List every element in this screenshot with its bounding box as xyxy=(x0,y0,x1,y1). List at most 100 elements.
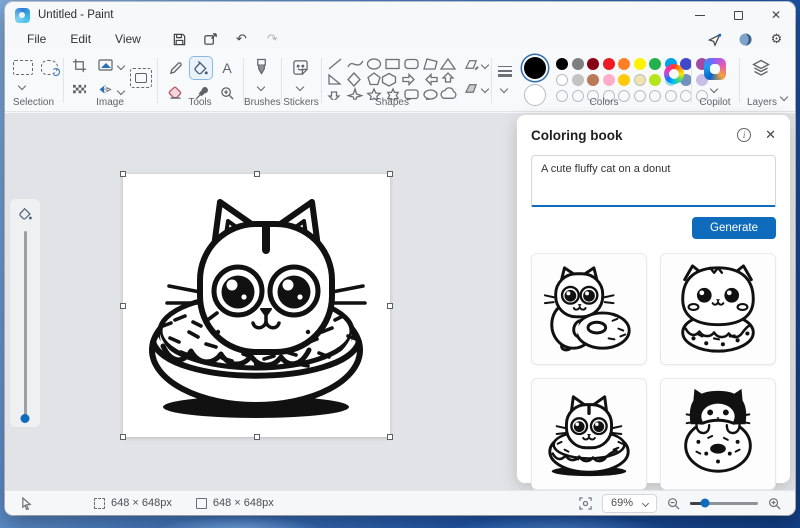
color-swatch[interactable] xyxy=(602,74,615,86)
selection-handle-n[interactable] xyxy=(253,171,260,177)
shape-fill-icon[interactable] xyxy=(464,82,479,95)
zoom-out-button[interactable] xyxy=(667,497,680,510)
title-bar: Untitled - Paint ✕ xyxy=(5,2,795,28)
menu-edit[interactable]: Edit xyxy=(60,30,101,48)
shape-fill-chevron[interactable] xyxy=(480,84,490,94)
transparency-icon[interactable] xyxy=(72,83,87,96)
tool-option-slider[interactable] xyxy=(20,231,30,423)
resize-chevron[interactable] xyxy=(116,61,126,71)
panel-close-icon[interactable]: ✕ xyxy=(765,127,776,143)
line-size-icon[interactable] xyxy=(497,64,513,83)
canvas[interactable] xyxy=(120,171,393,440)
generate-button[interactable]: Generate xyxy=(692,217,776,239)
thumbnail-cat-in-donut[interactable] xyxy=(531,378,647,490)
shape-outline-icon[interactable] xyxy=(464,58,479,71)
edit-colors-icon[interactable] xyxy=(664,64,684,84)
color-swatch[interactable] xyxy=(618,58,630,70)
info-icon[interactable]: i xyxy=(737,128,752,142)
menu-view[interactable]: View xyxy=(105,30,151,48)
group-label-selection: Selection xyxy=(12,97,55,108)
settings-gear-icon[interactable]: ⚙ xyxy=(768,31,785,48)
minimize-button[interactable] xyxy=(681,2,719,28)
color-swatch[interactable] xyxy=(602,58,615,70)
selection-handle-e[interactable] xyxy=(387,302,393,309)
selection-handle-ne[interactable] xyxy=(387,171,393,177)
selection-handle-se[interactable] xyxy=(387,434,393,440)
minimize-icon xyxy=(695,14,705,16)
redo-icon: ↷ xyxy=(266,31,278,46)
brushes-group: Brushes xyxy=(244,50,281,111)
group-label-layers: Layers xyxy=(746,97,777,108)
color-swatch[interactable] xyxy=(571,74,584,86)
layers-icon[interactable] xyxy=(751,58,771,83)
maximize-icon xyxy=(733,10,743,20)
stickers-icon[interactable] xyxy=(292,59,309,81)
slider-thumb[interactable] xyxy=(20,414,30,423)
undo-icon[interactable]: ↶ xyxy=(233,31,250,48)
line-size-chevron[interactable] xyxy=(499,84,509,94)
copilot-menu-icon[interactable] xyxy=(737,31,754,48)
resize-icon[interactable] xyxy=(98,58,114,72)
copilot-chevron[interactable] xyxy=(709,84,719,94)
stickers-group: Stickers xyxy=(282,50,320,111)
shape-outline-chevron[interactable] xyxy=(480,60,490,70)
save-icon[interactable] xyxy=(171,31,188,48)
stickers-chevron[interactable] xyxy=(295,82,305,92)
selection-size-icon xyxy=(94,497,105,509)
color-swatch[interactable] xyxy=(556,74,568,86)
color-swatch[interactable] xyxy=(633,58,646,70)
size-group xyxy=(492,50,518,111)
zoom-level-select[interactable]: 69% xyxy=(601,493,657,513)
pencil-tool[interactable] xyxy=(163,56,187,80)
share-icon[interactable] xyxy=(202,31,219,48)
select-all-icon[interactable] xyxy=(130,68,152,88)
selection-handle-nw[interactable] xyxy=(120,171,126,177)
selection-handle-sw[interactable] xyxy=(120,434,126,440)
thumbnail-tuxedo-cat-donut[interactable] xyxy=(660,378,776,490)
foreground-color-swatch[interactable] xyxy=(524,57,546,79)
copilot-icon[interactable] xyxy=(704,58,726,80)
color-swatch[interactable] xyxy=(649,58,661,70)
color-swatch[interactable] xyxy=(633,74,646,86)
layers-group: Layers xyxy=(740,50,784,111)
thumbnail-fluffy-cat-on-donut[interactable] xyxy=(660,253,776,365)
selection-handle-w[interactable] xyxy=(120,302,126,309)
maximize-button[interactable] xyxy=(719,2,757,28)
canvas-size-icon xyxy=(195,497,207,509)
zoom-slider-thumb[interactable] xyxy=(700,498,710,508)
coloring-book-panel: Coloring book i ✕ A cute fluffy cat on a… xyxy=(517,115,790,490)
menu-file[interactable]: File xyxy=(17,30,56,48)
flip-icon[interactable] xyxy=(98,83,114,96)
send-feedback-icon[interactable] xyxy=(706,31,723,48)
menu-bar: File Edit View ↶ ↷ ⚙ xyxy=(5,28,795,50)
zoom-slider[interactable] xyxy=(690,498,758,508)
color-swatch[interactable] xyxy=(587,58,599,70)
color-swatch[interactable] xyxy=(587,74,599,86)
thumbnail-cat-hugging-donut[interactable] xyxy=(531,253,647,365)
selection-dropdown-chevron[interactable] xyxy=(17,81,27,91)
zoom-select-chevron xyxy=(641,499,650,507)
close-button[interactable]: ✕ xyxy=(757,2,795,28)
group-label-shapes: Shapes xyxy=(375,97,409,108)
prompt-input[interactable]: A cute fluffy cat on a donut xyxy=(531,155,776,207)
color-swatch[interactable] xyxy=(556,58,568,70)
flip-chevron[interactable] xyxy=(116,86,126,96)
rect-select-icon[interactable] xyxy=(13,60,33,75)
fit-to-window[interactable] xyxy=(579,496,592,510)
selection-handle-s[interactable] xyxy=(253,434,260,440)
color-swatch[interactable] xyxy=(649,74,661,86)
text-tool[interactable]: A xyxy=(215,56,239,80)
brushes-icon[interactable] xyxy=(254,58,269,81)
color-swatch[interactable] xyxy=(571,58,584,70)
zoom-in-button[interactable] xyxy=(768,497,781,510)
content-area: Coloring book i ✕ A cute fluffy cat on a… xyxy=(5,113,795,490)
fill-tool[interactable] xyxy=(189,56,213,80)
crop-icon[interactable] xyxy=(72,58,87,73)
free-select-icon[interactable] xyxy=(41,60,60,76)
shapes-group: Shapes xyxy=(322,50,490,111)
color-swatch[interactable] xyxy=(618,74,630,86)
shapes-grid[interactable] xyxy=(326,56,460,100)
palette-row-2 xyxy=(556,74,708,86)
group-label-stickers: Stickers xyxy=(283,97,319,108)
brushes-chevron[interactable] xyxy=(256,82,266,92)
